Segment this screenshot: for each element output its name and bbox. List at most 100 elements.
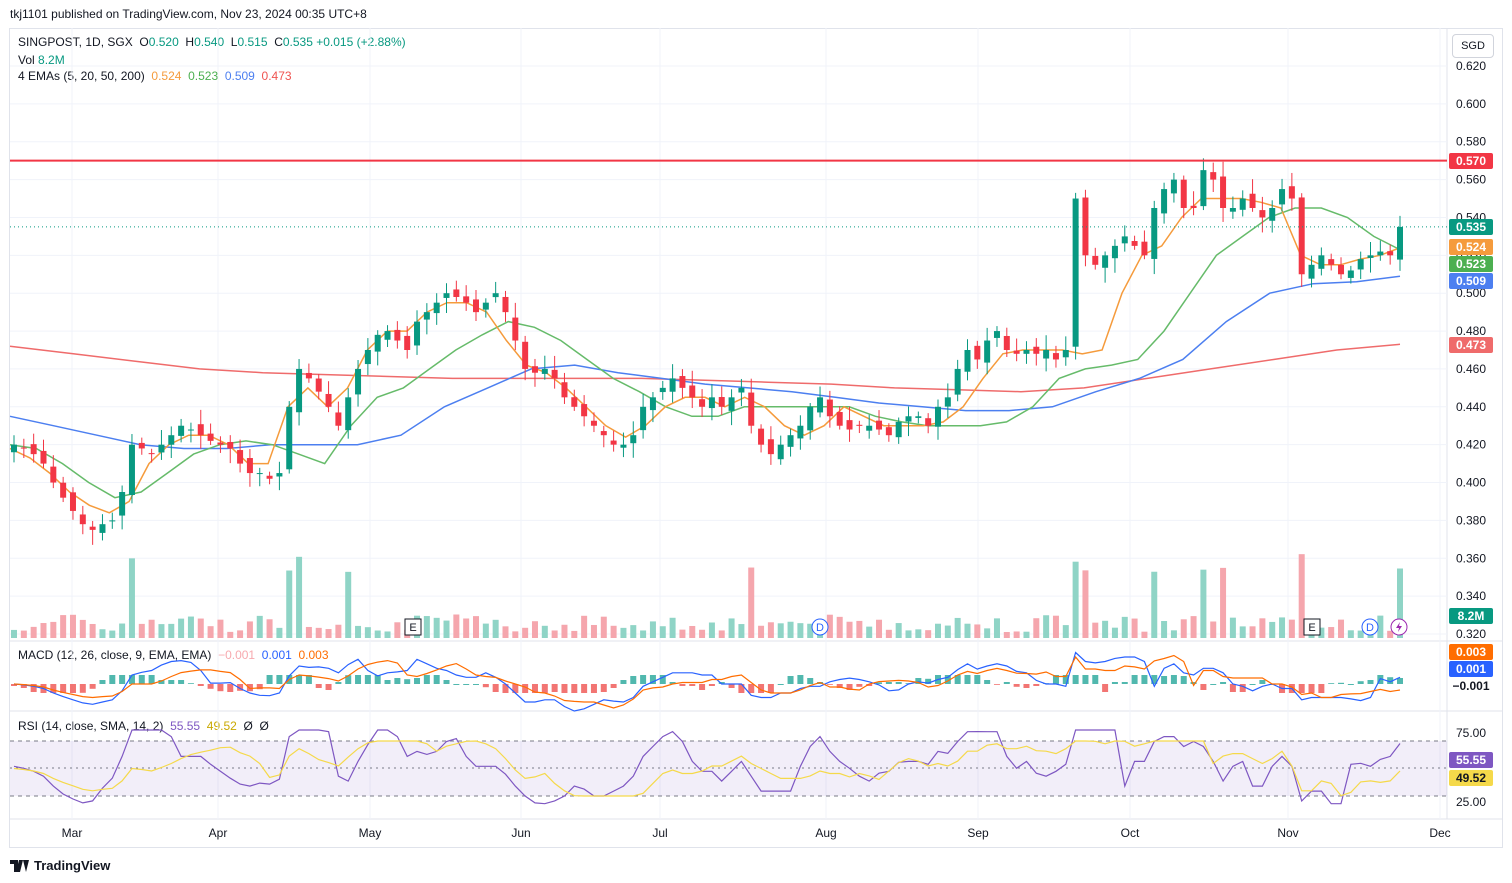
candle[interactable] bbox=[197, 424, 204, 436]
candle[interactable] bbox=[1249, 193, 1256, 208]
candle[interactable] bbox=[1377, 251, 1384, 256]
candle[interactable] bbox=[40, 450, 47, 464]
candle[interactable] bbox=[1003, 335, 1010, 350]
candle[interactable] bbox=[817, 397, 824, 413]
candle[interactable] bbox=[610, 440, 617, 445]
candle[interactable] bbox=[138, 442, 145, 449]
candle[interactable] bbox=[581, 404, 588, 417]
candle[interactable] bbox=[826, 399, 833, 417]
candle[interactable] bbox=[1367, 255, 1374, 258]
candle[interactable] bbox=[964, 350, 971, 372]
candle[interactable] bbox=[1180, 179, 1187, 208]
candle[interactable] bbox=[453, 289, 460, 297]
candle[interactable] bbox=[148, 453, 155, 455]
candle[interactable] bbox=[1279, 189, 1286, 205]
candle[interactable] bbox=[1210, 172, 1217, 180]
candle[interactable] bbox=[1357, 259, 1364, 270]
candle[interactable] bbox=[748, 392, 755, 426]
candle[interactable] bbox=[256, 473, 263, 475]
candle[interactable] bbox=[335, 412, 342, 426]
candle[interactable] bbox=[158, 444, 165, 453]
candle[interactable] bbox=[895, 421, 902, 438]
candle[interactable] bbox=[99, 524, 106, 533]
candle[interactable] bbox=[109, 520, 116, 522]
candle[interactable] bbox=[777, 444, 784, 460]
candle[interactable] bbox=[1013, 350, 1020, 354]
candle[interactable] bbox=[1161, 189, 1168, 214]
candle[interactable] bbox=[237, 450, 244, 464]
candle[interactable] bbox=[1298, 197, 1305, 275]
candle[interactable] bbox=[836, 412, 843, 426]
candle[interactable] bbox=[571, 397, 578, 407]
candle[interactable] bbox=[423, 312, 430, 320]
candle[interactable] bbox=[856, 424, 863, 426]
candle[interactable] bbox=[522, 341, 529, 369]
candle[interactable] bbox=[178, 425, 185, 436]
macd-signal-line[interactable] bbox=[13, 654, 1401, 709]
candle[interactable] bbox=[79, 514, 86, 525]
candle[interactable] bbox=[1200, 170, 1207, 207]
candle[interactable] bbox=[217, 442, 224, 445]
candle[interactable] bbox=[876, 420, 883, 430]
candle[interactable] bbox=[315, 378, 322, 392]
candle[interactable] bbox=[925, 418, 932, 426]
candle[interactable] bbox=[1229, 208, 1236, 212]
candle[interactable] bbox=[119, 492, 126, 516]
candle[interactable] bbox=[325, 393, 332, 407]
candle[interactable] bbox=[531, 366, 538, 373]
candle[interactable] bbox=[974, 345, 981, 360]
candle[interactable] bbox=[669, 378, 676, 392]
candle[interactable] bbox=[1338, 264, 1345, 275]
candle[interactable] bbox=[561, 382, 568, 398]
candle[interactable] bbox=[1043, 350, 1050, 359]
candle[interactable] bbox=[551, 369, 558, 379]
candle[interactable] bbox=[846, 420, 853, 430]
candle[interactable] bbox=[69, 492, 76, 511]
candle[interactable] bbox=[1318, 255, 1325, 269]
candle[interactable] bbox=[993, 331, 1000, 338]
candle[interactable] bbox=[1387, 251, 1394, 256]
candle[interactable] bbox=[659, 387, 666, 393]
candle[interactable] bbox=[1141, 241, 1148, 256]
candle[interactable] bbox=[512, 317, 519, 341]
candle[interactable] bbox=[492, 293, 499, 298]
candle[interactable] bbox=[649, 397, 656, 411]
candle[interactable] bbox=[89, 526, 96, 530]
candle[interactable] bbox=[699, 399, 706, 407]
candle[interactable] bbox=[364, 350, 371, 365]
candle[interactable] bbox=[590, 420, 597, 426]
candle[interactable] bbox=[1062, 350, 1069, 358]
candle[interactable] bbox=[1308, 264, 1315, 279]
candle[interactable] bbox=[463, 296, 470, 303]
candle[interactable] bbox=[473, 299, 479, 313]
candle[interactable] bbox=[1288, 186, 1295, 199]
candle[interactable] bbox=[433, 302, 440, 314]
candle[interactable] bbox=[404, 335, 411, 350]
candle[interactable] bbox=[207, 433, 214, 441]
candle[interactable] bbox=[50, 466, 57, 483]
candle[interactable] bbox=[630, 435, 637, 444]
candle[interactable] bbox=[797, 425, 804, 439]
candle[interactable] bbox=[394, 329, 401, 341]
candle[interactable] bbox=[689, 385, 696, 398]
candle[interactable] bbox=[1082, 197, 1089, 256]
candle[interactable] bbox=[885, 427, 892, 436]
candle[interactable] bbox=[1220, 176, 1227, 208]
candle[interactable] bbox=[718, 397, 725, 407]
candle[interactable] bbox=[600, 431, 607, 436]
candle[interactable] bbox=[502, 296, 509, 313]
candle[interactable] bbox=[1023, 350, 1030, 354]
candle[interactable] bbox=[296, 368, 303, 413]
candle[interactable] bbox=[246, 458, 253, 474]
candle[interactable] bbox=[807, 406, 814, 431]
candle[interactable] bbox=[935, 406, 941, 427]
candle[interactable] bbox=[1328, 259, 1335, 265]
candle[interactable] bbox=[1092, 255, 1099, 265]
candle[interactable] bbox=[1170, 179, 1177, 194]
candle[interactable] bbox=[679, 376, 686, 388]
candle[interactable] bbox=[276, 473, 283, 477]
candle[interactable] bbox=[187, 429, 194, 431]
candle[interactable] bbox=[384, 331, 391, 340]
candle[interactable] bbox=[915, 416, 922, 418]
candle[interactable] bbox=[984, 340, 991, 363]
